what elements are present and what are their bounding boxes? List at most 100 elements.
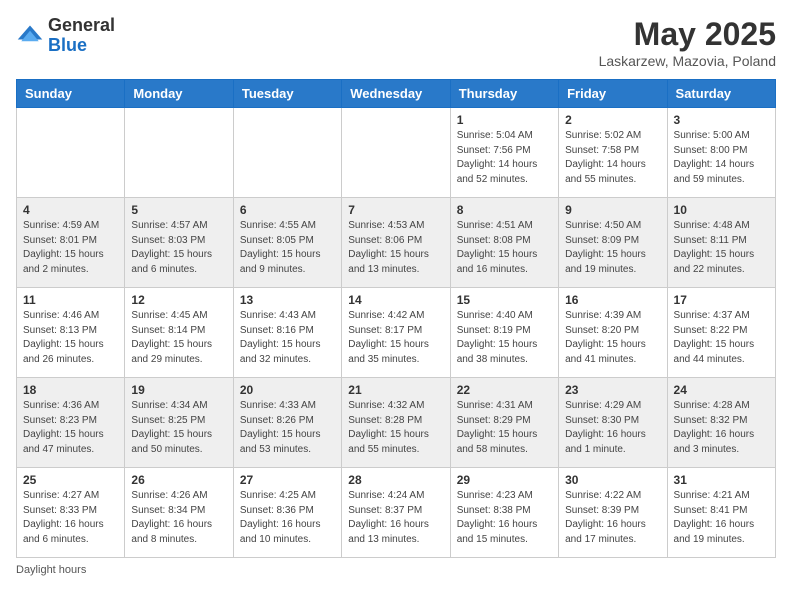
- table-row: 19 Sunrise: 4:34 AM Sunset: 8:25 PM Dayli…: [125, 378, 233, 468]
- col-header-tuesday: Tuesday: [233, 80, 341, 108]
- day-info: Sunrise: 4:42 AM Sunset: 8:17 PM Dayligh…: [348, 309, 443, 367]
- table-row: 5 Sunrise: 4:57 AM Sunset: 8:03 PM Daylig…: [125, 198, 233, 288]
- day-info: Sunrise: 4:59 AM Sunset: 8:01 PM Dayligh…: [23, 219, 118, 277]
- day-number: 20: [240, 383, 335, 397]
- week-row-2: 4 Sunrise: 4:59 AM Sunset: 8:01 PM Daylig…: [17, 198, 776, 288]
- day-info: Sunrise: 5:04 AM Sunset: 7:56 PM Dayligh…: [457, 129, 552, 187]
- day-number: 4: [23, 203, 118, 217]
- day-number: 10: [674, 203, 769, 217]
- table-row: 24 Sunrise: 4:28 AM Sunset: 8:32 PM Dayli…: [667, 378, 775, 468]
- day-number: 8: [457, 203, 552, 217]
- week-row-3: 11 Sunrise: 4:46 AM Sunset: 8:13 PM Dayli…: [17, 288, 776, 378]
- day-number: 25: [23, 473, 118, 487]
- table-row: 9 Sunrise: 4:50 AM Sunset: 8:09 PM Daylig…: [559, 198, 667, 288]
- day-info: Sunrise: 4:43 AM Sunset: 8:16 PM Dayligh…: [240, 309, 335, 367]
- table-row: 7 Sunrise: 4:53 AM Sunset: 8:06 PM Daylig…: [342, 198, 450, 288]
- table-row: 29Sunrise: 4:23 AM Sunset: 8:38 PM Dayli…: [450, 468, 558, 558]
- table-row: 17Sunrise: 4:37 AM Sunset: 8:22 PM Dayli…: [667, 288, 775, 378]
- footer-note: Daylight hours: [16, 564, 776, 576]
- day-info: Sunrise: 5:00 AM Sunset: 8:00 PM Dayligh…: [674, 129, 769, 187]
- day-number: 29: [457, 473, 552, 487]
- day-info: Sunrise: 4:53 AM Sunset: 8:06 PM Dayligh…: [348, 219, 443, 277]
- day-info: Sunrise: 4:39 AM Sunset: 8:20 PM Dayligh…: [565, 309, 660, 367]
- day-number: 11: [23, 293, 118, 307]
- day-info: Sunrise: 4:28 AM Sunset: 8:32 PM Dayligh…: [674, 399, 769, 457]
- day-number: 2: [565, 113, 660, 127]
- day-info: Sunrise: 4:25 AM Sunset: 8:36 PM Dayligh…: [240, 489, 335, 547]
- day-number: 30: [565, 473, 660, 487]
- day-number: 14: [348, 293, 443, 307]
- day-info: Sunrise: 4:24 AM Sunset: 8:37 PM Dayligh…: [348, 489, 443, 547]
- day-info: Sunrise: 4:31 AM Sunset: 8:29 PM Dayligh…: [457, 399, 552, 457]
- day-info: Sunrise: 4:36 AM Sunset: 8:23 PM Dayligh…: [23, 399, 118, 457]
- logo: General Blue: [16, 16, 115, 56]
- week-row-5: 25Sunrise: 4:27 AM Sunset: 8:33 PM Dayli…: [17, 468, 776, 558]
- day-number: 12: [131, 293, 226, 307]
- day-info: Sunrise: 4:34 AM Sunset: 8:25 PM Dayligh…: [131, 399, 226, 457]
- day-info: Sunrise: 4:21 AM Sunset: 8:41 PM Dayligh…: [674, 489, 769, 547]
- title-block: May 2025 Laskarzew, Mazovia, Poland: [599, 16, 776, 69]
- logo-blue: Blue: [48, 35, 87, 55]
- col-header-sunday: Sunday: [17, 80, 125, 108]
- table-row: 4 Sunrise: 4:59 AM Sunset: 8:01 PM Daylig…: [17, 198, 125, 288]
- table-row: [17, 108, 125, 198]
- day-info: Sunrise: 4:22 AM Sunset: 8:39 PM Dayligh…: [565, 489, 660, 547]
- day-number: 9: [565, 203, 660, 217]
- day-number: 7: [348, 203, 443, 217]
- table-row: 3Sunrise: 5:00 AM Sunset: 8:00 PM Daylig…: [667, 108, 775, 198]
- table-row: 26Sunrise: 4:26 AM Sunset: 8:34 PM Dayli…: [125, 468, 233, 558]
- page-header: General Blue May 2025 Laskarzew, Mazovia…: [16, 16, 776, 69]
- day-number: 15: [457, 293, 552, 307]
- table-row: 13 Sunrise: 4:43 AM Sunset: 8:16 PM Dayli…: [233, 288, 341, 378]
- table-row: 31 Sunrise: 4:21 AM Sunset: 8:41 PM Dayli…: [667, 468, 775, 558]
- day-number: 16: [565, 293, 660, 307]
- table-row: 18 Sunrise: 4:36 AM Sunset: 8:23 PM Dayli…: [17, 378, 125, 468]
- day-number: 23: [565, 383, 660, 397]
- col-header-wednesday: Wednesday: [342, 80, 450, 108]
- day-info: Sunrise: 4:55 AM Sunset: 8:05 PM Dayligh…: [240, 219, 335, 277]
- table-row: 15 Sunrise: 4:40 AM Sunset: 8:19 PM Dayli…: [450, 288, 558, 378]
- day-info: Sunrise: 4:57 AM Sunset: 8:03 PM Dayligh…: [131, 219, 226, 277]
- table-row: 20Sunrise: 4:33 AM Sunset: 8:26 PM Dayli…: [233, 378, 341, 468]
- day-number: 17: [674, 293, 769, 307]
- col-header-friday: Friday: [559, 80, 667, 108]
- table-row: [125, 108, 233, 198]
- table-row: [342, 108, 450, 198]
- day-info: Sunrise: 4:46 AM Sunset: 8:13 PM Dayligh…: [23, 309, 118, 367]
- logo-icon: [16, 22, 44, 50]
- table-row: 1Sunrise: 5:04 AM Sunset: 7:56 PM Daylig…: [450, 108, 558, 198]
- table-row: 11 Sunrise: 4:46 AM Sunset: 8:13 PM Dayli…: [17, 288, 125, 378]
- table-row: 16 Sunrise: 4:39 AM Sunset: 8:20 PM Dayli…: [559, 288, 667, 378]
- day-info: Sunrise: 5:02 AM Sunset: 7:58 PM Dayligh…: [565, 129, 660, 187]
- day-number: 21: [348, 383, 443, 397]
- day-number: 5: [131, 203, 226, 217]
- day-number: 6: [240, 203, 335, 217]
- table-row: 28 Sunrise: 4:24 AM Sunset: 8:37 PM Dayli…: [342, 468, 450, 558]
- day-info: Sunrise: 4:50 AM Sunset: 8:09 PM Dayligh…: [565, 219, 660, 277]
- day-number: 31: [674, 473, 769, 487]
- day-info: Sunrise: 4:40 AM Sunset: 8:19 PM Dayligh…: [457, 309, 552, 367]
- col-header-monday: Monday: [125, 80, 233, 108]
- day-number: 27: [240, 473, 335, 487]
- table-row: 8Sunrise: 4:51 AM Sunset: 8:08 PM Daylig…: [450, 198, 558, 288]
- location: Laskarzew, Mazovia, Poland: [599, 53, 776, 69]
- table-row: 23Sunrise: 4:29 AM Sunset: 8:30 PM Dayli…: [559, 378, 667, 468]
- table-row: 22 Sunrise: 4:31 AM Sunset: 8:29 PM Dayli…: [450, 378, 558, 468]
- header-row: SundayMondayTuesdayWednesdayThursdayFrid…: [17, 80, 776, 108]
- table-row: 10Sunrise: 4:48 AM Sunset: 8:11 PM Dayli…: [667, 198, 775, 288]
- week-row-1: 1Sunrise: 5:04 AM Sunset: 7:56 PM Daylig…: [17, 108, 776, 198]
- calendar-table: SundayMondayTuesdayWednesdayThursdayFrid…: [16, 79, 776, 558]
- day-number: 28: [348, 473, 443, 487]
- table-row: 2 Sunrise: 5:02 AM Sunset: 7:58 PM Daylig…: [559, 108, 667, 198]
- table-row: 6 Sunrise: 4:55 AM Sunset: 8:05 PM Daylig…: [233, 198, 341, 288]
- col-header-thursday: Thursday: [450, 80, 558, 108]
- table-row: 30 Sunrise: 4:22 AM Sunset: 8:39 PM Dayli…: [559, 468, 667, 558]
- day-info: Sunrise: 4:45 AM Sunset: 8:14 PM Dayligh…: [131, 309, 226, 367]
- day-number: 22: [457, 383, 552, 397]
- day-number: 24: [674, 383, 769, 397]
- table-row: 12 Sunrise: 4:45 AM Sunset: 8:14 PM Dayli…: [125, 288, 233, 378]
- day-number: 13: [240, 293, 335, 307]
- day-number: 18: [23, 383, 118, 397]
- col-header-saturday: Saturday: [667, 80, 775, 108]
- day-number: 19: [131, 383, 226, 397]
